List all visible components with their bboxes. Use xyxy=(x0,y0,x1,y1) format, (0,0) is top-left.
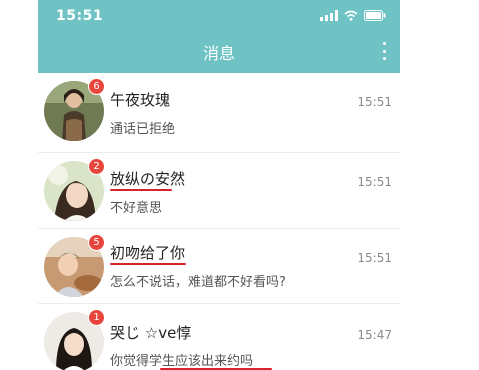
last-message: 通话已拒绝 xyxy=(110,122,176,137)
last-message: 你觉得学生应该出来约吗 xyxy=(110,354,254,369)
name-underline xyxy=(110,189,172,191)
more-options-icon[interactable] xyxy=(382,42,386,60)
status-time: 15:51 xyxy=(56,7,104,24)
wifi-icon xyxy=(344,10,358,21)
name-underline xyxy=(110,263,186,265)
conversation-item[interactable]: 1 哭じ ☆ve惇 你觉得学生应该出来约吗 15:47 xyxy=(38,304,400,370)
battery-icon xyxy=(364,10,386,21)
contact-name: 放纵の安然 xyxy=(110,170,186,188)
last-message: 怎么不说话，难道都不好看吗? xyxy=(110,275,286,290)
phone-screen: 15:51 消息 6 午夜玫瑰 通话已拒绝 15:51 2 放纵の安然 不好意思… xyxy=(38,0,400,370)
signal-icon xyxy=(320,10,338,21)
conversation-item[interactable]: 2 放纵の安然 不好意思 15:51 xyxy=(38,153,400,229)
message-time: 15:47 xyxy=(357,328,392,342)
unread-badge: 2 xyxy=(88,158,105,175)
contact-name: 初吻给了你 xyxy=(110,244,186,262)
conversation-item[interactable]: 5 初吻给了你 怎么不说话，难道都不好看吗? 15:51 xyxy=(38,229,400,304)
status-bar: 15:51 xyxy=(38,0,400,31)
contact-name: 午夜玫瑰 xyxy=(110,91,171,109)
conversation-list: 6 午夜玫瑰 通话已拒绝 15:51 2 放纵の安然 不好意思 15:51 5 … xyxy=(38,73,400,370)
unread-badge: 5 xyxy=(88,234,105,251)
title-bar: 消息 xyxy=(38,31,400,73)
last-message: 不好意思 xyxy=(110,201,163,216)
message-time: 15:51 xyxy=(357,251,392,265)
unread-badge: 1 xyxy=(88,309,105,326)
contact-name: 哭じ ☆ve惇 xyxy=(110,324,192,342)
message-time: 15:51 xyxy=(357,175,392,189)
conversation-item[interactable]: 6 午夜玫瑰 通话已拒绝 15:51 xyxy=(38,73,400,153)
page-title: 消息 xyxy=(202,44,235,63)
unread-badge: 6 xyxy=(88,78,105,95)
status-icons xyxy=(320,10,386,21)
message-time: 15:51 xyxy=(357,95,392,109)
